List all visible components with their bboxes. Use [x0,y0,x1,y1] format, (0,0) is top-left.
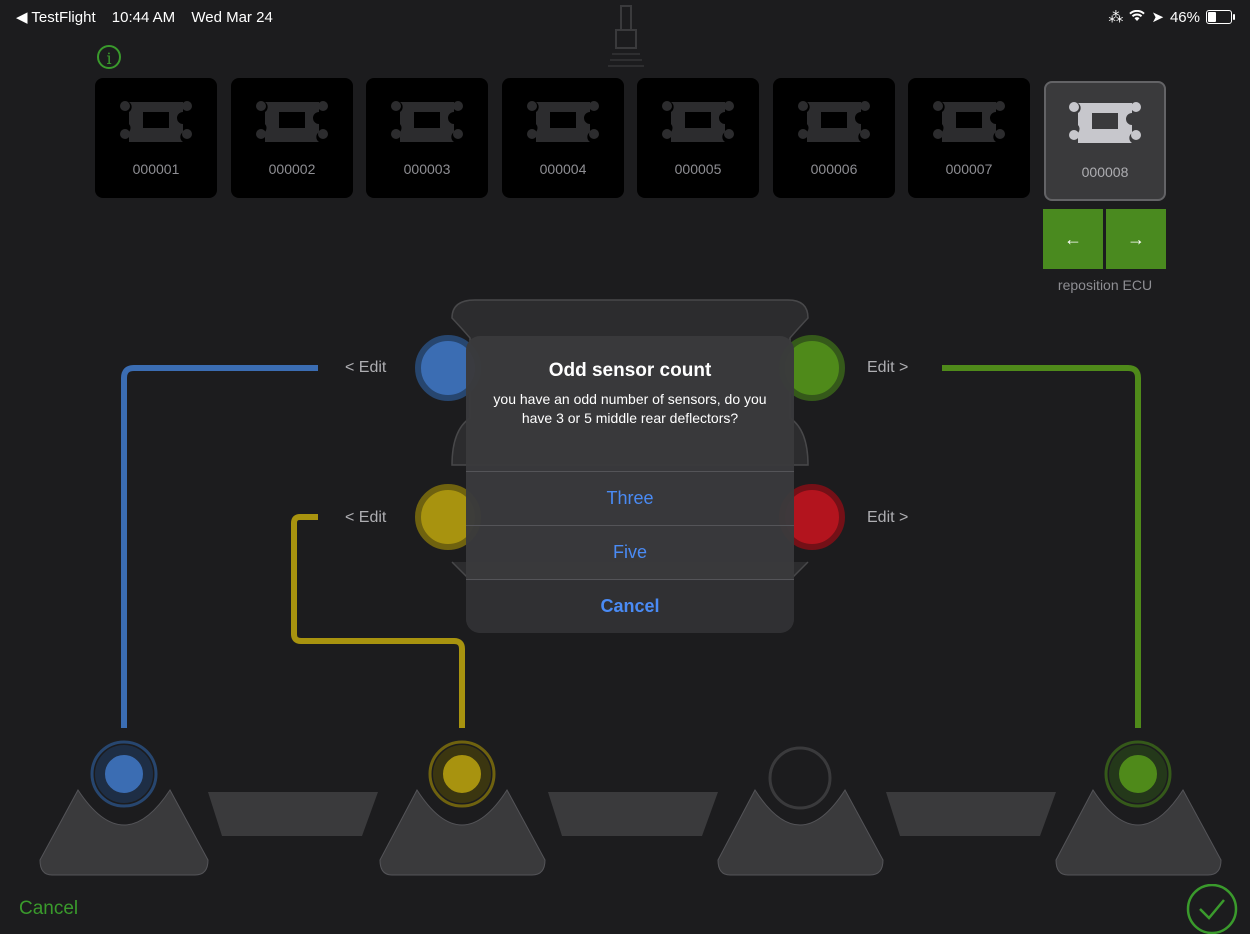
signal-icon: ⁂ [1108,9,1124,26]
deflector-bar [886,792,1056,836]
edit-right-top-link[interactable]: Edit > [867,359,908,377]
deflector-sensor-empty [768,746,832,810]
ecu-label: 000003 [403,161,451,177]
dialog-cancel-button[interactable]: Cancel [466,579,794,633]
ecu-tile-selected[interactable]: 000008 [1044,81,1166,201]
ecu-tile[interactable]: 000004 [502,78,624,198]
deflector-sensor-blue [95,745,153,803]
status-date: Wed Mar 24 [191,9,273,26]
edit-left-top-link[interactable]: < Edit [345,359,386,377]
wifi-icon [1129,9,1146,26]
back-to-app-link[interactable]: ◀ TestFlight [16,9,96,26]
ecu-icon [798,101,870,142]
ecu-icon [256,101,328,142]
status-right: ⁂ ➤ 46% [1108,8,1235,26]
ecu-icon [120,101,192,142]
status-time: 10:44 AM [111,9,176,26]
ecu-label: 000004 [539,161,587,177]
deflector-sensor-yellow [433,745,491,803]
deflector-bar [208,792,378,836]
deflector-sensor-green [1109,745,1167,803]
edit-right-bottom-link[interactable]: Edit > [867,509,908,527]
ecu-tile[interactable]: 000001 [95,78,217,198]
yellow-wire [291,514,465,728]
ecu-tile[interactable]: 000002 [231,78,353,198]
ecu-label: 000005 [674,161,722,177]
ecu-label: 000007 [945,161,993,177]
battery-icon [1206,10,1235,24]
green-wire [942,365,1141,728]
ecu-label: 000006 [810,161,858,177]
ecu-icon [391,101,463,142]
connector-icon [608,5,644,67]
ecu-label: 000001 [132,161,180,177]
deflector-bar [548,792,718,836]
ecu-label: 000008 [1081,164,1129,180]
dialog-title: Odd sensor count [548,360,712,381]
ecu-icon [662,101,734,142]
ecu-tile[interactable]: 000005 [637,78,759,198]
ecu-icon [527,101,599,142]
dialog-message: you have an odd number of sensors, do yo… [493,391,767,426]
ecu-tile[interactable]: 000007 [908,78,1030,198]
blue-wire [121,365,318,728]
ecu-icon [933,101,1005,142]
option-three-button[interactable]: Three [466,471,794,525]
edit-left-bottom-link[interactable]: < Edit [345,509,386,527]
reposition-controls: ← → [1043,209,1166,269]
ecu-tile[interactable]: 000006 [773,78,895,198]
info-icon[interactable]: i [97,45,121,69]
battery-percent: 46% [1169,8,1200,26]
ecu-tile[interactable]: 000003 [366,78,488,198]
confirm-check-icon[interactable] [1186,884,1238,934]
odd-sensor-dialog: Odd sensor count you have an odd number … [466,336,794,633]
location-icon: ➤ [1151,9,1164,26]
move-right-button[interactable]: → [1106,209,1166,269]
move-left-button[interactable]: ← [1043,209,1103,269]
cancel-button[interactable]: Cancel [19,898,78,920]
ecu-label: 000002 [268,161,316,177]
ecu-icon [1069,102,1141,143]
option-five-button[interactable]: Five [466,525,794,579]
status-left: ◀ TestFlight 10:44 AM Wed Mar 24 [16,8,285,26]
